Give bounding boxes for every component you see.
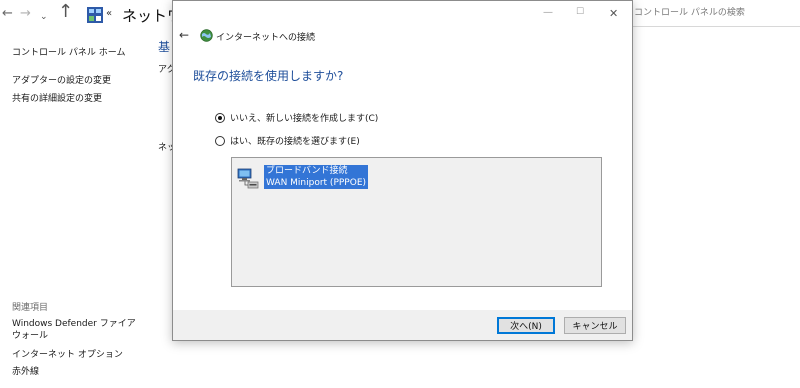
sidebar-link-internet-options[interactable]: インターネット オプション — [12, 347, 123, 360]
cancel-button[interactable]: キャンセル — [564, 317, 626, 334]
connect-to-internet-dialog: — ☐ ✕ ← インターネットへの接続 既存の接続を使用しますか? いいえ、新し… — [172, 0, 633, 341]
dialog-back-arrow-icon[interactable]: ← — [179, 28, 189, 42]
recent-locations-chevron-icon[interactable]: ⌄ — [40, 9, 48, 25]
maximize-icon[interactable]: ☐ — [576, 7, 584, 17]
connection-name: ブロードバンド接続 — [266, 166, 348, 176]
list-item[interactable]: ブロードバンド接続 WAN Miniport (PPPOE) — [236, 165, 376, 191]
dialog-heading: 既存の接続を使用しますか? — [193, 69, 344, 83]
sidebar-link-advanced-sharing[interactable]: 共有の詳細設定の変更 — [12, 91, 102, 104]
sidebar-link-firewall[interactable]: Windows Defender ファイアウォール — [12, 318, 137, 342]
sidebar-link-infrared[interactable]: 赤外線 — [12, 364, 39, 377]
internet-globe-icon — [200, 29, 213, 42]
close-icon[interactable]: ✕ — [609, 7, 618, 20]
radio-label: はい、既存の接続を選びます(E) — [230, 137, 360, 147]
sidebar-link-control-panel-home[interactable]: コントロール パネル ホーム — [12, 45, 125, 58]
search-underline — [630, 26, 800, 27]
radio-use-existing-connection[interactable]: はい、既存の接続を選びます(E) — [215, 134, 360, 147]
next-button[interactable]: 次へ(N) — [497, 317, 555, 334]
network-connection-icon — [237, 168, 259, 189]
up-arrow-icon[interactable]: ↑ — [58, 3, 73, 21]
related-heading: 関連項目 — [12, 303, 49, 313]
dialog-footer: 次へ(N) キャンセル — [173, 310, 632, 340]
breadcrumb-overflow-icon[interactable]: « — [106, 8, 112, 19]
forward-arrow-icon[interactable]: → — [20, 6, 31, 22]
dialog-titlebar[interactable]: — ☐ ✕ — [173, 1, 632, 25]
radio-button[interactable] — [215, 135, 225, 146]
radio-button-checked[interactable] — [215, 112, 225, 123]
existing-connections-list[interactable]: ブロードバンド接続 WAN Miniport (PPPOE) — [231, 157, 602, 287]
network-center-icon — [87, 7, 103, 23]
search-input[interactable]: コントロール パネルの検索 — [634, 5, 745, 18]
connection-name-selected: ブロードバンド接続 WAN Miniport (PPPOE) — [264, 165, 369, 189]
minimize-icon[interactable]: — — [543, 7, 553, 18]
radio-create-new-connection[interactable]: いいえ、新しい接続を作成します(C) — [215, 111, 378, 124]
connection-device: WAN Miniport (PPPOE) — [266, 178, 367, 188]
dialog-app-title: インターネットへの接続 — [216, 33, 316, 43]
sidebar-link-adapter-settings[interactable]: アダプターの設定の変更 — [12, 73, 111, 86]
radio-label: いいえ、新しい接続を作成します(C) — [230, 114, 379, 124]
back-arrow-icon[interactable]: ← — [2, 6, 13, 22]
main-title-fragment: 基 — [158, 40, 171, 54]
